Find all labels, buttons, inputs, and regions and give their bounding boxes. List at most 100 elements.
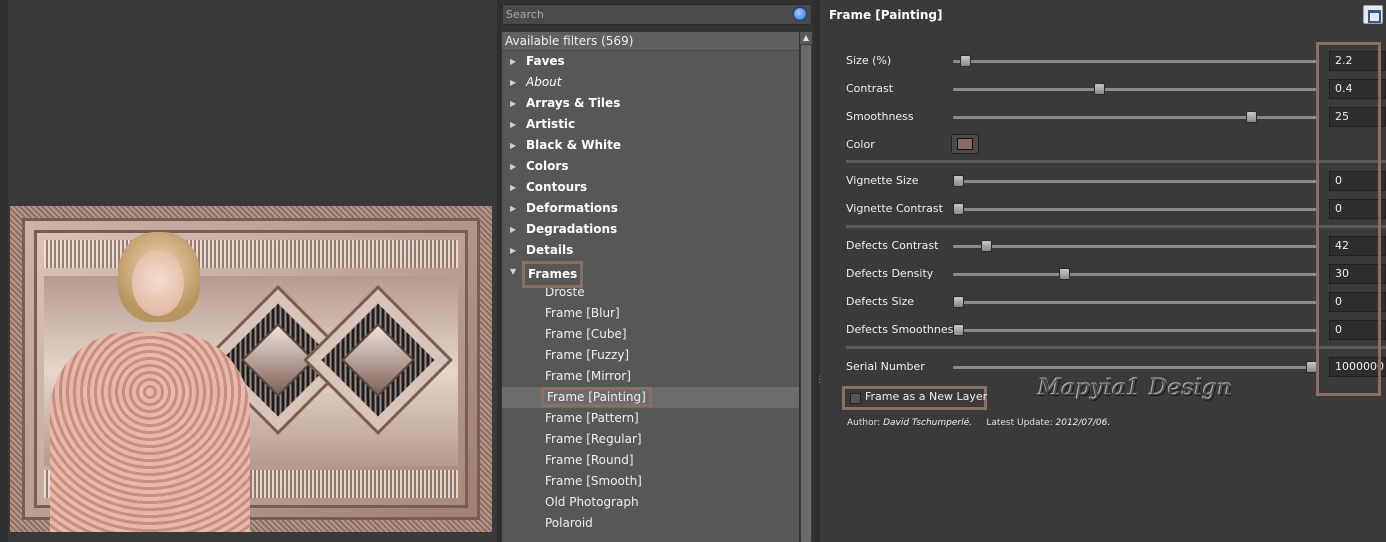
- search-icon[interactable]: [793, 7, 807, 21]
- param-label: Defects Contrast: [846, 239, 939, 252]
- color-swatch: [957, 138, 973, 150]
- slider-thumb[interactable]: [960, 55, 971, 67]
- param-serial-number: Serial Number 1000000: [846, 357, 1386, 377]
- param-defects-density: Defects Density 30: [846, 264, 1386, 284]
- category-contours[interactable]: ▶ Contours: [502, 177, 799, 198]
- slider-thumb[interactable]: [953, 324, 964, 336]
- scrollbar-thumb[interactable]: [801, 45, 811, 542]
- category-frames[interactable]: ▼ Frames: [502, 261, 799, 288]
- category-black-white[interactable]: ▶ Black & White: [502, 135, 799, 156]
- filter-title: Frame [Painting]: [829, 8, 943, 22]
- param-label: Color: [846, 138, 875, 151]
- param-label: Defects Density: [846, 267, 934, 280]
- color-picker-button[interactable]: [951, 134, 979, 154]
- slider-thumb[interactable]: [953, 296, 964, 308]
- param-defects-smoothness: Defects Smoothness 0: [846, 320, 1386, 340]
- slider-thumb[interactable]: [953, 203, 964, 215]
- chevron-right-icon[interactable]: ▶: [510, 114, 516, 135]
- filter-item[interactable]: Old Photograph: [502, 492, 799, 513]
- param-vignette-contrast: Vignette Contrast 0: [846, 199, 1386, 219]
- separator: [846, 160, 1386, 163]
- filter-scrollbar[interactable]: ▲: [800, 32, 812, 542]
- smoothness-slider[interactable]: [953, 111, 1318, 123]
- chevron-right-icon[interactable]: ▶: [510, 72, 516, 93]
- size-slider[interactable]: [953, 55, 1318, 67]
- filter-item[interactable]: Frame [Regular]: [502, 429, 799, 450]
- filter-tree-header: Available filters (569): [502, 32, 799, 51]
- chevron-right-icon[interactable]: ▶: [510, 219, 516, 240]
- window-icon[interactable]: [1363, 5, 1383, 24]
- scroll-up-icon[interactable]: ▲: [800, 32, 812, 44]
- watermark: Mapyia1 Design: [1038, 376, 1233, 401]
- slider-thumb[interactable]: [1059, 268, 1070, 280]
- preview-pane: [0, 0, 497, 542]
- category-label: Black & White: [526, 138, 622, 152]
- preview-edge: [0, 0, 8, 542]
- filter-item-label: Frame [Painting]: [541, 387, 652, 407]
- category-label: Frames: [522, 261, 584, 288]
- new-layer-checkbox[interactable]: [850, 393, 861, 404]
- slider-thumb[interactable]: [1246, 111, 1257, 123]
- defects-size-slider[interactable]: [953, 296, 1318, 308]
- filter-item[interactable]: Frame [Pattern]: [502, 408, 799, 429]
- search-box[interactable]: [502, 4, 812, 25]
- category-deformations[interactable]: ▶ Deformations: [502, 198, 799, 219]
- filter-item[interactable]: Frame [Cube]: [502, 324, 799, 345]
- update-label: Latest Update:: [986, 418, 1053, 428]
- category-faves[interactable]: ▶ Faves: [502, 51, 799, 72]
- chevron-down-icon[interactable]: ▼: [510, 261, 516, 282]
- category-degradations[interactable]: ▶ Degradations: [502, 219, 799, 240]
- vignette-size-slider[interactable]: [953, 175, 1318, 187]
- chevron-right-icon[interactable]: ▶: [510, 135, 516, 156]
- contrast-slider[interactable]: [953, 83, 1318, 95]
- defects-density-slider[interactable]: [953, 268, 1318, 280]
- param-label: Smoothness: [846, 110, 914, 123]
- search-input[interactable]: [503, 5, 789, 24]
- category-about[interactable]: ▶ About: [502, 72, 799, 93]
- category-colors[interactable]: ▶ Colors: [502, 156, 799, 177]
- filter-tree: Available filters (569) ▶ Faves ▶ About ▶ A…: [502, 32, 799, 542]
- defects-smoothness-slider[interactable]: [953, 324, 1318, 336]
- chevron-right-icon[interactable]: ▶: [510, 240, 516, 261]
- param-label: Serial Number: [846, 360, 925, 373]
- filter-item-selected[interactable]: Frame [Painting]: [502, 387, 799, 408]
- filter-item[interactable]: Frame [Round]: [502, 450, 799, 471]
- woman-face: [132, 250, 184, 316]
- diamond-gem: [241, 323, 315, 397]
- param-label: Vignette Contrast: [846, 202, 943, 215]
- chevron-right-icon[interactable]: ▶: [510, 51, 516, 72]
- param-vignette-size: Vignette Size 0: [846, 171, 1386, 191]
- chevron-right-icon[interactable]: ▶: [510, 177, 516, 198]
- new-layer-highlight[interactable]: Frame as a New Layer: [842, 386, 987, 410]
- separator: [846, 346, 1386, 349]
- vignette-contrast-slider[interactable]: [953, 203, 1318, 215]
- slider-thumb[interactable]: [953, 175, 964, 187]
- category-label: Details: [526, 243, 574, 257]
- category-artistic[interactable]: ▶ Artistic: [502, 114, 799, 135]
- param-smoothness: Smoothness 25: [846, 107, 1386, 127]
- author-name: David Tschumperlé.: [883, 418, 972, 428]
- category-label: Deformations: [526, 201, 618, 215]
- chevron-right-icon[interactable]: ▶: [510, 93, 516, 114]
- defects-contrast-slider[interactable]: [953, 240, 1318, 252]
- param-label: Defects Size: [846, 295, 915, 308]
- slider-thumb[interactable]: [981, 240, 992, 252]
- serial-number-slider[interactable]: [953, 361, 1318, 373]
- param-contrast: Contrast 0.4: [846, 79, 1386, 99]
- filter-item[interactable]: Frame [Fuzzy]: [502, 345, 799, 366]
- category-label: Arrays & Tiles: [526, 96, 621, 110]
- category-arrays-tiles[interactable]: ▶ Arrays & Tiles: [502, 93, 799, 114]
- slider-thumb[interactable]: [1094, 83, 1105, 95]
- chevron-right-icon[interactable]: ▶: [510, 198, 516, 219]
- filter-item[interactable]: Polaroid: [502, 513, 799, 534]
- params-pane: Frame [Painting] Size (%) 2.2 Contrast 0…: [820, 0, 1386, 542]
- category-details[interactable]: ▶ Details: [502, 240, 799, 261]
- chevron-right-icon[interactable]: ▶: [510, 156, 516, 177]
- preview-image[interactable]: [10, 206, 492, 532]
- diamond-gem: [341, 323, 415, 397]
- filter-item[interactable]: Frame [Mirror]: [502, 366, 799, 387]
- filter-item[interactable]: Frame [Blur]: [502, 303, 799, 324]
- param-defects-contrast: Defects Contrast 42: [846, 236, 1386, 256]
- param-color: Color: [846, 135, 1386, 155]
- filter-item[interactable]: Frame [Smooth]: [502, 471, 799, 492]
